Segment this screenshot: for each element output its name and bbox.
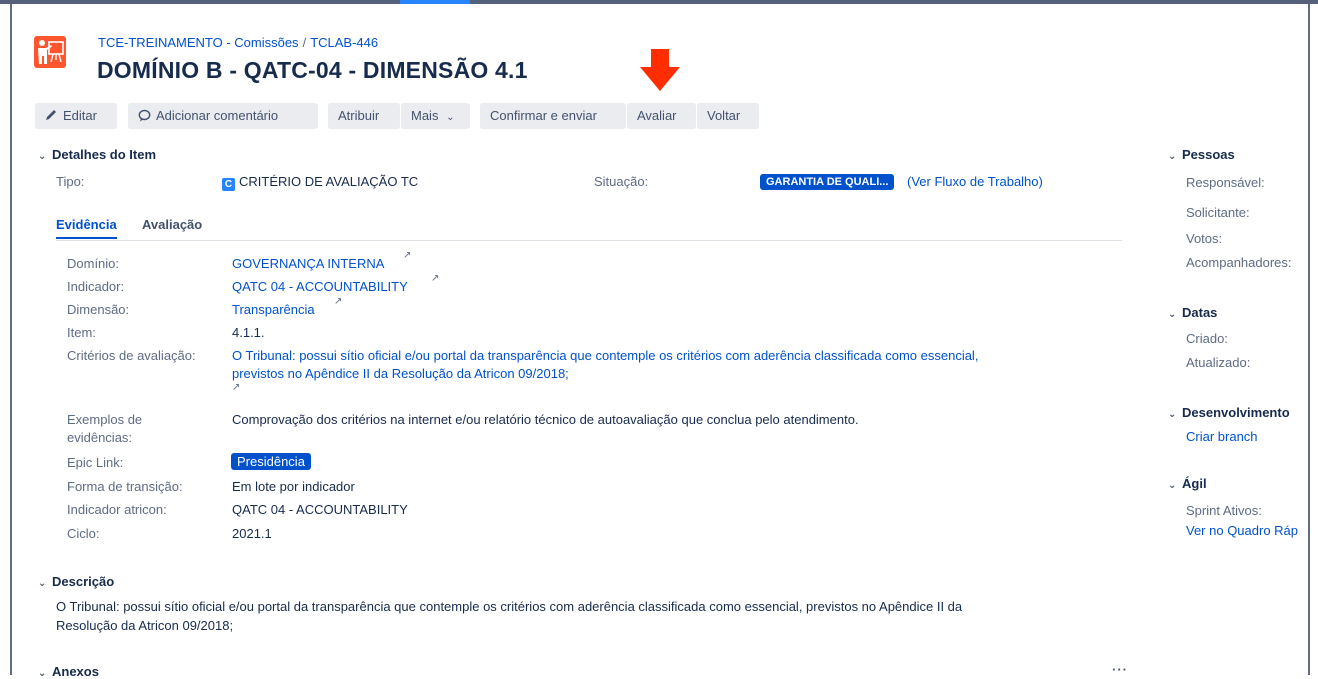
epic-label: Epic Link:	[67, 455, 124, 470]
breadcrumb: TCE-TREINAMENTO - Comissões / TCLAB-446	[98, 35, 378, 50]
external-link-icon[interactable]: ↗	[232, 382, 240, 393]
add-comment-button[interactable]: Adicionar comentário	[128, 103, 318, 129]
chevron-down-icon: ⌄	[1168, 151, 1177, 162]
chevron-down-icon: ⌄	[38, 151, 47, 162]
speech-bubble-icon	[138, 103, 151, 129]
item-value: 4.1.1.	[232, 325, 265, 340]
tab-evidencia[interactable]: Evidência	[56, 217, 117, 239]
criterios-link-line1[interactable]: O Tribunal: possui sítio oficial e/ou po…	[232, 348, 978, 363]
exemplos-label-line1: Exemplos de	[67, 412, 143, 427]
issue-title[interactable]: DOMÍNIO B - QATC-04 - DIMENSÃO 4.1	[97, 57, 528, 84]
created-label: Criado:	[1186, 331, 1228, 346]
dimensao-label: Dimensão:	[67, 302, 130, 317]
type-label: Tipo:	[56, 174, 85, 189]
criterion-type-icon: C	[222, 178, 235, 191]
create-branch-link[interactable]: Criar branch	[1186, 429, 1258, 444]
indicador-atricon-value: QATC 04 - ACCOUNTABILITY	[232, 502, 408, 517]
details-header-label: Detalhes do Item	[52, 147, 157, 162]
breadcrumb-issue-link[interactable]: TCLAB-446	[310, 35, 378, 50]
chevron-down-icon: ⌄	[38, 668, 47, 679]
details-section-header[interactable]: ⌄ Detalhes do Item	[38, 147, 156, 162]
field-tabs: Evidência Avaliação	[56, 217, 1122, 241]
exemplos-value: Comprovação dos critérios na internet e/…	[232, 412, 859, 427]
forma-label: Forma de transição:	[67, 479, 183, 494]
agile-header-label: Ágil	[1182, 476, 1207, 491]
more-button-label: Mais	[411, 108, 439, 123]
chevron-down-icon: ⌄	[446, 112, 455, 123]
watchers-label: Acompanhadores:	[1186, 255, 1292, 270]
description-line2: Resolução da Atricon 09/2018;	[56, 618, 234, 633]
external-link-icon[interactable]: ↗	[334, 296, 342, 307]
votes-label: Votos:	[1186, 231, 1223, 246]
criterios-label: Critérios de avaliação:	[67, 348, 196, 363]
indicador-label: Indicador:	[67, 279, 125, 294]
criterios-link-line2[interactable]: previstos no Apêndice II da Resolução da…	[232, 366, 569, 381]
board-link[interactable]: Ver no Quadro Ráp	[1186, 523, 1298, 538]
people-header-label: Pessoas	[1182, 147, 1235, 162]
dates-header-label: Datas	[1182, 305, 1218, 320]
breadcrumb-project-link[interactable]: TCE-TREINAMENTO - Comissões	[98, 35, 299, 50]
back-button[interactable]: Voltar	[697, 103, 759, 129]
active-sprint-label: Sprint Ativos:	[1186, 503, 1262, 518]
confirm-send-button[interactable]: Confirmar e enviar	[480, 103, 626, 129]
exemplos-label-line2: evidências:	[67, 430, 133, 445]
ciclo-label: Ciclo:	[67, 526, 100, 541]
item-label: Item:	[67, 325, 96, 340]
type-value-text: CRITÉRIO DE AVALIAÇÃO TC	[239, 174, 419, 189]
attachments-section-header[interactable]: ⌄ Anexos	[38, 664, 99, 679]
development-header-label: Desenvolvimento	[1182, 405, 1290, 420]
reporter-label: Solicitante:	[1186, 205, 1250, 220]
updated-label: Atualizado:	[1186, 355, 1251, 370]
add-comment-label: Adicionar comentário	[156, 108, 279, 123]
pencil-icon	[45, 103, 58, 129]
chevron-down-icon: ⌄	[38, 578, 47, 589]
evaluate-button[interactable]: Avaliar	[627, 103, 696, 129]
type-value: C CRITÉRIO DE AVALIAÇÃO TC	[222, 174, 418, 191]
chevron-down-icon: ⌄	[1168, 409, 1177, 420]
chevron-down-icon: ⌄	[1168, 309, 1177, 320]
description-text[interactable]: O Tribunal: possui sítio oficial e/ou po…	[56, 597, 1136, 635]
edit-button-label: Editar	[63, 108, 97, 123]
dominio-link[interactable]: GOVERNANÇA INTERNA	[232, 256, 384, 271]
description-section-header[interactable]: ⌄ Descrição	[38, 574, 114, 589]
status-label: Situação:	[594, 174, 649, 189]
epic-link-badge[interactable]: Presidência	[231, 453, 311, 470]
edit-button[interactable]: Editar	[35, 103, 117, 129]
assignee-label: Responsável:	[1186, 175, 1265, 190]
external-link-icon[interactable]: ↗	[431, 273, 439, 284]
assign-button[interactable]: Atribuir	[328, 103, 400, 129]
ciclo-value: 2021.1	[232, 526, 272, 541]
dominio-label: Domínio:	[67, 256, 120, 271]
external-link-icon[interactable]: ↗	[403, 250, 411, 261]
people-section-header[interactable]: ⌄ Pessoas	[1168, 147, 1235, 162]
attachments-header-label: Anexos	[52, 664, 99, 679]
forma-value: Em lote por indicador	[232, 479, 355, 494]
tab-avaliacao[interactable]: Avaliação	[142, 217, 202, 237]
more-button[interactable]: Mais ⌄	[401, 103, 470, 129]
dates-section-header[interactable]: ⌄ Datas	[1168, 305, 1217, 320]
development-section-header[interactable]: ⌄ Desenvolvimento	[1168, 405, 1290, 420]
status-lozenge[interactable]: GARANTIA DE QUALI...	[760, 174, 895, 190]
description-line1: O Tribunal: possui sítio oficial e/ou po…	[56, 599, 963, 614]
red-arrow-down-icon	[640, 49, 680, 91]
dimensao-link[interactable]: Transparência	[232, 302, 315, 317]
chevron-down-icon: ⌄	[1168, 480, 1177, 491]
agile-section-header[interactable]: ⌄ Ágil	[1168, 476, 1207, 491]
breadcrumb-separator: /	[302, 35, 307, 50]
project-avatar-icon[interactable]	[34, 36, 66, 68]
description-header-label: Descrição	[52, 574, 115, 589]
indicador-link[interactable]: QATC 04 - ACCOUNTABILITY	[232, 279, 408, 294]
indicador-atricon-label: Indicador atricon:	[67, 502, 167, 517]
workflow-link[interactable]: (Ver Fluxo de Trabalho)	[907, 174, 1043, 189]
